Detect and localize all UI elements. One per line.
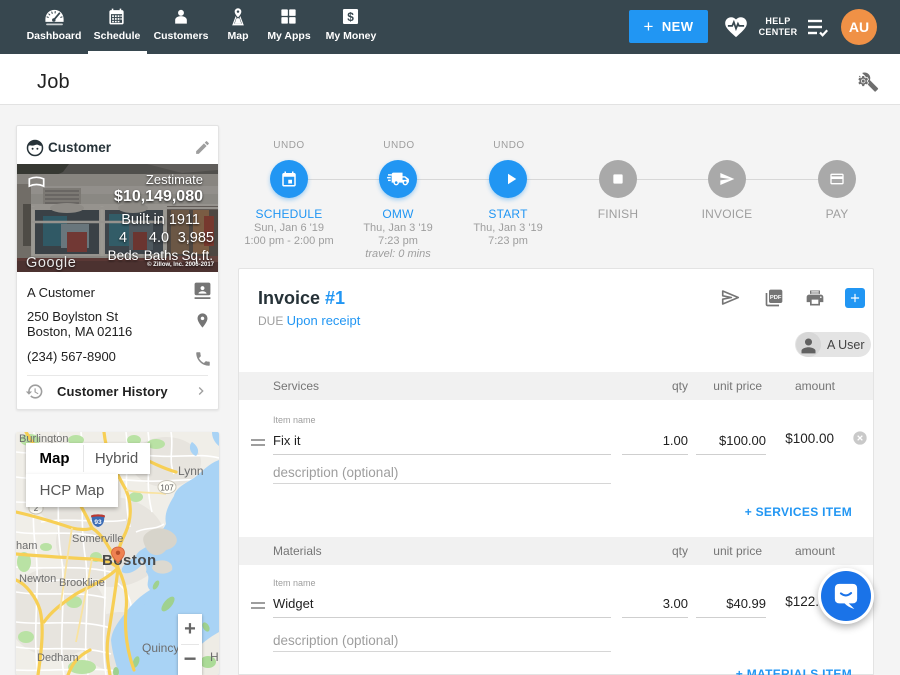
svg-text:93: 93 (94, 519, 102, 526)
svg-text:$: $ (347, 10, 354, 24)
svg-text:Somerville: Somerville (72, 533, 123, 545)
svg-text:Boston: Boston (102, 552, 157, 569)
svg-text:PDF: PDF (770, 295, 782, 301)
svg-text:Quincy: Quincy (142, 641, 179, 655)
svg-text:Dedham: Dedham (37, 652, 79, 664)
svg-text:Brookline: Brookline (59, 577, 105, 589)
svg-text:107: 107 (160, 484, 174, 493)
svg-text:ham: ham (16, 540, 37, 552)
svg-text:Hi: Hi (210, 650, 219, 664)
svg-text:Newton: Newton (19, 573, 56, 585)
svg-text:Lynn: Lynn (178, 464, 204, 478)
